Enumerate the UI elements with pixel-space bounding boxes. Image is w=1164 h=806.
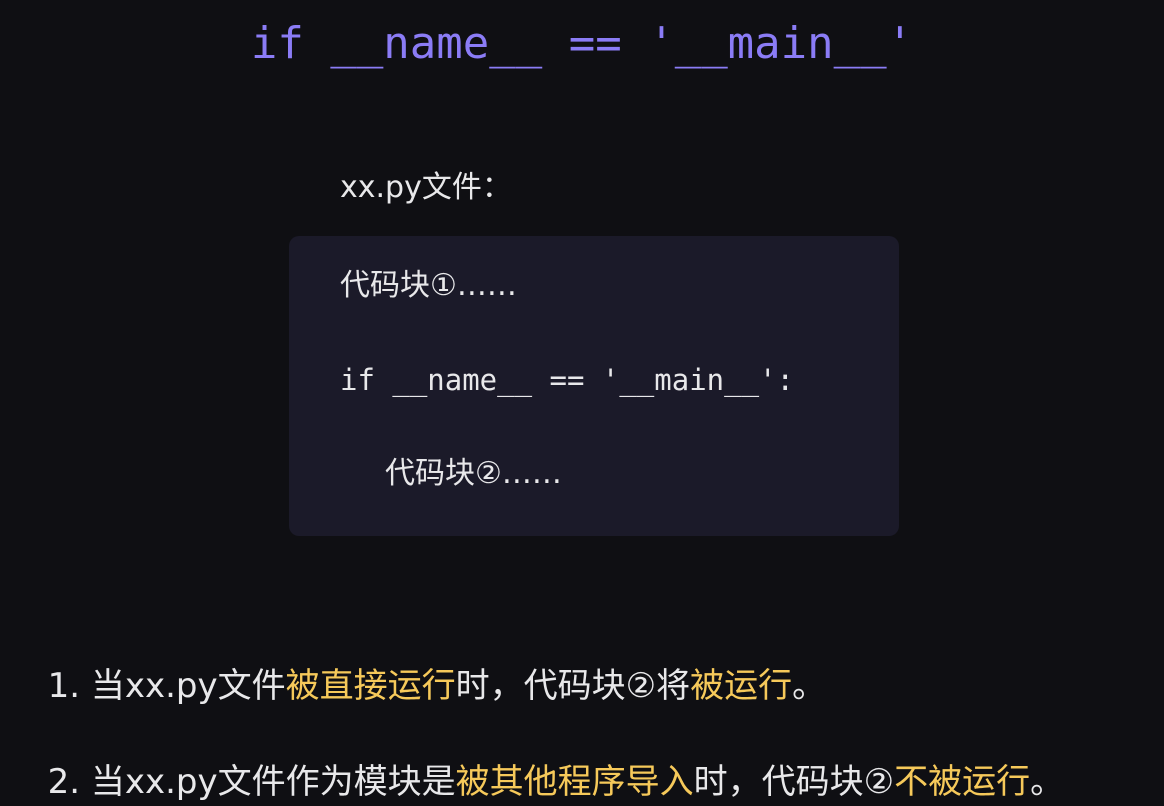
code-block: 代码块①…… if __name__ == '__main__': 代码块②…… bbox=[289, 236, 899, 536]
code-line-block-1: 代码块①…… bbox=[340, 268, 517, 303]
point-2-highlight-imported: 被其他程序导入 bbox=[455, 762, 694, 802]
point-1-text: 1. 当xx.py文件 bbox=[47, 666, 286, 706]
point-2-text: 2. 当xx.py文件作为模块是 bbox=[47, 762, 456, 802]
explanation-point-1: 1. 当xx.py文件被直接运行时，代码块②将被运行。 bbox=[26, 614, 826, 710]
code-line-main-check: if __name__ == '__main__': bbox=[340, 363, 794, 397]
page-title: if __name__ == '__main__' bbox=[250, 18, 914, 69]
point-2-text: 。 bbox=[1030, 762, 1065, 802]
code-line-block-2: 代码块②…… bbox=[385, 456, 562, 491]
point-1-highlight-direct-run: 被直接运行 bbox=[285, 666, 456, 706]
file-label: xx.py文件： bbox=[340, 170, 512, 205]
explanation-point-2: 2. 当xx.py文件作为模块是被其他程序导入时，代码块②不被运行。 bbox=[26, 710, 1064, 806]
point-1-text: 。 bbox=[792, 666, 827, 706]
point-2-highlight-not-run: 不被运行 bbox=[894, 762, 1031, 802]
point-1-text: 时，代码块②将 bbox=[455, 666, 691, 706]
point-2-text: 时，代码块② bbox=[693, 762, 895, 802]
point-1-highlight-run: 被运行 bbox=[690, 666, 793, 706]
